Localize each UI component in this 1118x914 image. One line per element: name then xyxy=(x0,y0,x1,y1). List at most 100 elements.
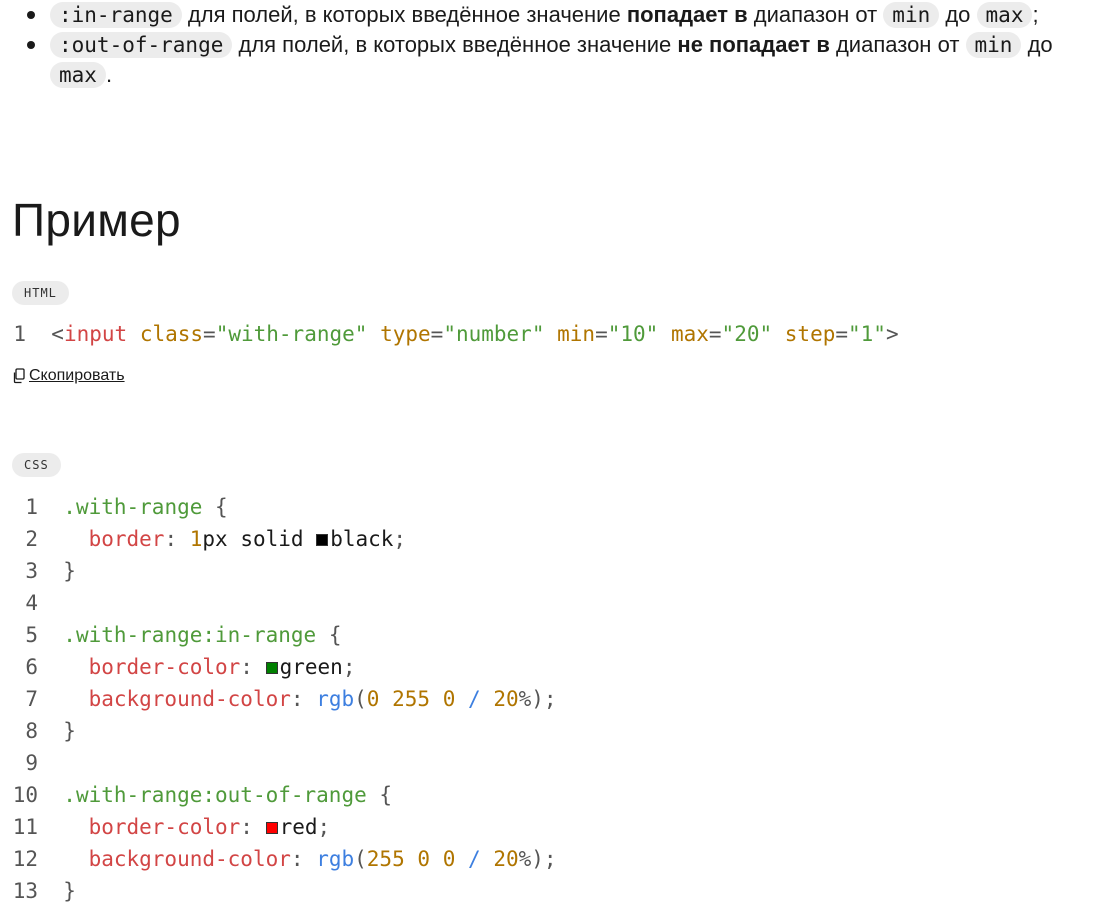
list-text: диапазон от xyxy=(747,2,884,27)
code-token: "number" xyxy=(443,322,545,346)
code-token: "1" xyxy=(848,322,886,346)
code-token: } xyxy=(63,719,76,743)
copy-button[interactable]: Скопировать xyxy=(12,365,125,387)
code-token: 0 xyxy=(366,687,380,711)
code-token: class xyxy=(139,322,204,346)
code-token: > xyxy=(885,322,899,346)
code-token: } xyxy=(63,559,76,583)
line-number: 10 xyxy=(12,783,38,807)
code-token: border xyxy=(88,527,165,551)
inline-code: min xyxy=(883,2,940,28)
code-token: background-color xyxy=(88,687,291,711)
line-number: 1 xyxy=(13,322,26,346)
code-token: "with-range" xyxy=(215,322,368,346)
list-text: для полей, в которых введённое значение xyxy=(181,2,627,27)
code-token: ) xyxy=(531,687,544,711)
list-text: . xyxy=(105,62,113,87)
code-token: border-color xyxy=(88,815,241,839)
copy-icon xyxy=(12,368,26,384)
code-token: ; xyxy=(543,687,557,711)
code-token: border-color xyxy=(88,655,241,679)
language-tag-html: HTML xyxy=(12,281,69,305)
line-number: 2 xyxy=(25,527,38,551)
code-token: min xyxy=(557,322,596,346)
code-token: : xyxy=(290,687,304,711)
section-heading: Пример xyxy=(12,194,181,246)
code-token: red xyxy=(279,815,318,839)
code-token: 0 xyxy=(442,687,456,711)
code-token: / xyxy=(468,847,481,871)
line-number: 3 xyxy=(25,559,38,583)
html-code-block[interactable]: 1 <input class="with-range" type="number… xyxy=(12,318,899,350)
code-token: 0 xyxy=(442,847,456,871)
code-token: background-color xyxy=(88,847,291,871)
code-token: max xyxy=(670,322,709,346)
code-token: = xyxy=(708,322,722,346)
code-token: ( xyxy=(354,687,367,711)
code-token: 1 xyxy=(189,527,203,551)
code-token: 0 xyxy=(417,847,431,871)
code-token: .with-range:in-range xyxy=(63,623,317,647)
line-number: 1 xyxy=(25,495,38,519)
line-number: 8 xyxy=(25,719,38,743)
line-number: 6 xyxy=(25,655,38,679)
code-token: 20 xyxy=(493,847,519,871)
code-token: step xyxy=(784,322,836,346)
code-token: px solid xyxy=(202,527,317,551)
code-token: ; xyxy=(543,847,557,871)
code-token: input xyxy=(63,322,128,346)
inline-code: :in-range xyxy=(50,2,182,28)
code-token: / xyxy=(468,687,481,711)
code-token: type xyxy=(380,322,431,346)
copy-label: Скопировать xyxy=(29,367,125,384)
css-code-block[interactable]: 1 .with-range { 2 border: 1px solid blac… xyxy=(12,491,557,907)
code-token: 255 xyxy=(392,687,431,711)
code-token: = xyxy=(430,322,444,346)
line-number: 9 xyxy=(25,751,38,775)
list-bold: не попадает в xyxy=(677,32,830,57)
code-token: } xyxy=(63,879,76,903)
code-token: ( xyxy=(354,847,367,871)
list-text: до xyxy=(939,2,977,27)
code-token: ; xyxy=(317,815,331,839)
list-text: диапазон от xyxy=(829,32,966,57)
language-tag-css: CSS xyxy=(12,453,61,477)
inline-code: max xyxy=(50,62,106,88)
code-token: .with-range:out-of-range xyxy=(63,783,367,807)
code-token: ; xyxy=(342,655,356,679)
color-swatch-black xyxy=(316,534,329,546)
code-token: rgb xyxy=(316,847,355,871)
article-page: :in-range для полей, в которых введённое… xyxy=(0,0,1118,914)
code-token: ; xyxy=(393,527,407,551)
code-token: { xyxy=(379,783,393,807)
list-item-out-of-range: :out-of-range для полей, в которых введё… xyxy=(27,30,1118,90)
list-text: до xyxy=(1021,32,1053,57)
inline-code: max xyxy=(976,2,1033,28)
line-number: 13 xyxy=(12,879,38,903)
code-token: 255 xyxy=(366,847,405,871)
code-token: ) xyxy=(531,847,544,871)
code-token: = xyxy=(835,322,849,346)
code-token: .with-range xyxy=(63,495,203,519)
code-token: < xyxy=(51,322,64,346)
code-token: % xyxy=(518,687,532,711)
code-token: { xyxy=(328,623,342,647)
code-token: "20" xyxy=(721,322,773,346)
code-token: = xyxy=(203,322,216,346)
list-text: ; xyxy=(1032,2,1039,27)
list-item-in-range: :in-range для полей, в которых введённое… xyxy=(27,0,1118,30)
inline-code: :out-of-range xyxy=(50,32,233,58)
code-token: % xyxy=(518,847,532,871)
code-token: black xyxy=(330,527,394,551)
code-token: : xyxy=(290,847,304,871)
code-token: : xyxy=(164,527,178,551)
pseudo-class-list: :in-range для полей, в которых введённое… xyxy=(0,0,1118,90)
code-token: : xyxy=(240,815,253,839)
line-number: 11 xyxy=(12,815,38,839)
code-token: green xyxy=(279,655,343,679)
color-swatch-green xyxy=(265,662,278,674)
code-token: = xyxy=(595,322,608,346)
line-number: 7 xyxy=(25,687,38,711)
code-token: { xyxy=(215,495,228,519)
color-swatch-red xyxy=(265,822,278,834)
